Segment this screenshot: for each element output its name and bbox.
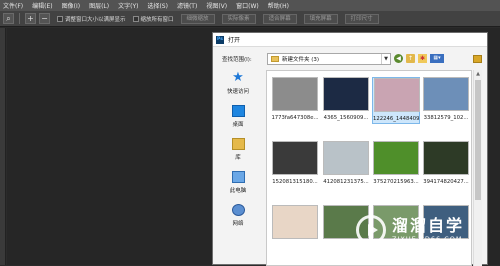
checkbox-box [57, 15, 63, 22]
file-item[interactable]: 394174820427... [422, 141, 470, 185]
watermark-url: ZIXUE.3D66.COM [392, 235, 463, 243]
menu-layer[interactable]: 图层(L) [89, 1, 109, 10]
star-icon: ★ [232, 70, 244, 85]
scrubby-zoom-button[interactable]: 细微缩放 [180, 13, 215, 24]
place-network[interactable]: 网络 [219, 201, 257, 233]
place-desktop[interactable]: 桌面 [219, 102, 257, 134]
library-icon [231, 138, 245, 150]
computer-icon [231, 171, 245, 183]
watermark: 溜溜自学 ZIXUE.3D66.COM [356, 210, 476, 250]
zoom-all-windows-checkbox[interactable]: 缩放所有窗口 [132, 15, 174, 23]
menu-edit[interactable]: 编辑(E) [32, 1, 52, 10]
file-thumbnail [272, 141, 318, 175]
file-item[interactable] [271, 205, 319, 243]
view-menu-icon[interactable]: ▦▾ [430, 54, 444, 63]
place-label: 库 [235, 155, 241, 161]
place-label: 此电脑 [229, 188, 247, 194]
checkbox-label: 缩放所有窗口 [140, 16, 174, 23]
file-name: 152081315180... [272, 179, 318, 185]
watermark-text: 溜溜自学 ZIXUE.3D66.COM [392, 216, 465, 244]
place-quick-access[interactable]: ★ 快速访问 [219, 69, 257, 101]
checkbox-box [132, 15, 139, 22]
look-in-label: 查找范围(I): [222, 57, 252, 63]
play-logo-icon [356, 215, 386, 245]
nav-toolbar: ◀ ↑ ✱ ▦▾ [394, 54, 444, 63]
file-item[interactable]: 412081231375... [322, 141, 370, 185]
watermark-title: 溜溜自学 [392, 216, 465, 235]
scrollbar-thumb[interactable] [475, 80, 481, 200]
menu-filter[interactable]: 滤镜(T) [177, 1, 197, 10]
dialog-titlebar: Ps 打开 [213, 33, 487, 47]
menu-help[interactable]: 帮助(H) [268, 1, 289, 10]
place-label: 网络 [232, 221, 244, 227]
file-thumbnail [423, 141, 469, 175]
folder-icon[interactable] [473, 55, 482, 63]
folder-icon [271, 56, 279, 62]
file-item-selected[interactable]: 122246_1448409388.jpg [372, 77, 420, 124]
file-name: 412081231375... [323, 179, 369, 185]
file-item[interactable]: 1773fa647308e... [271, 77, 319, 121]
photoshop-icon: Ps [216, 35, 224, 44]
file-thumbnail [374, 78, 420, 112]
file-thumbnail [323, 141, 369, 175]
file-thumbnail [423, 77, 469, 111]
place-library[interactable]: 库 [219, 135, 257, 167]
place-this-pc[interactable]: 此电脑 [219, 168, 257, 200]
file-name: 4365_1560909... [323, 115, 369, 121]
file-item[interactable]: 4365_1560909... [322, 77, 370, 121]
network-icon [231, 204, 245, 216]
menu-file[interactable]: 文件(F) [3, 1, 23, 10]
print-size-button[interactable]: 打印尺寸 [344, 13, 379, 24]
file-name: 1773fa647308e... [271, 115, 319, 121]
place-label: 快速访问 [226, 89, 249, 95]
file-item[interactable]: 33812579_102... [422, 77, 470, 121]
file-item[interactable]: 152081315180... [271, 141, 319, 185]
fit-screen-button[interactable]: 适合屏幕 [262, 13, 297, 24]
new-folder-icon[interactable]: ✱ [418, 54, 427, 63]
dialog-title: 打开 [228, 37, 241, 44]
menu-bar: 文件(F) 编辑(E) 图像(I) 图层(L) 文字(Y) 选择(S) 滤镜(T… [0, 0, 500, 11]
look-in-dropdown[interactable]: 新建文件夹 (3) ▼ [267, 53, 391, 65]
tools-panel [0, 28, 6, 265]
menu-image[interactable]: 图像(I) [62, 1, 80, 10]
scroll-up-icon[interactable]: ▲ [474, 70, 482, 79]
up-folder-icon[interactable]: ↑ [406, 54, 415, 63]
desktop-icon [231, 105, 245, 117]
file-name: 122246_1448409388.jpg [373, 116, 419, 122]
file-thumbnail [373, 141, 419, 175]
resize-windows-checkbox[interactable]: 调整窗口大小以满屏显示 [57, 15, 126, 23]
file-thumbnail [272, 205, 318, 239]
file-name: 33812579_102... [423, 115, 469, 121]
file-name: 375270215963... [373, 179, 419, 185]
menu-view[interactable]: 视图(V) [206, 1, 227, 10]
file-thumbnail [272, 77, 318, 111]
file-item[interactable]: 375270215963... [372, 141, 420, 185]
zoom-in-icon[interactable]: + [25, 13, 36, 24]
chevron-down-icon[interactable]: ▼ [381, 54, 390, 64]
file-name: 394174820427... [423, 179, 469, 185]
menu-window[interactable]: 窗口(W) [236, 1, 259, 10]
look-in-value: 新建文件夹 (3) [282, 57, 320, 63]
menu-select[interactable]: 选择(S) [147, 1, 168, 10]
options-bar: ⌕ + − 调整窗口大小以满屏显示 缩放所有窗口 细微缩放 实际像素 适合屏幕 … [0, 11, 500, 27]
look-in-row: 查找范围(I): 新建文件夹 (3) ▼ ◀ ↑ ✱ ▦▾ [213, 53, 489, 65]
fill-screen-button[interactable]: 填充屏幕 [303, 13, 338, 24]
menu-type[interactable]: 文字(Y) [118, 1, 138, 10]
place-label: 桌面 [232, 122, 244, 128]
zoom-out-icon[interactable]: − [39, 13, 50, 24]
file-thumbnail [323, 77, 369, 111]
zoom-tool-icon[interactable]: ⌕ [3, 13, 14, 24]
back-icon[interactable]: ◀ [394, 54, 403, 63]
actual-pixels-button[interactable]: 实际像素 [221, 13, 256, 24]
checkbox-label: 调整窗口大小以满屏显示 [65, 16, 126, 23]
options-divider [19, 13, 20, 24]
places-bar: ★ 快速访问 桌面 库 此电脑 网络 [219, 69, 257, 234]
